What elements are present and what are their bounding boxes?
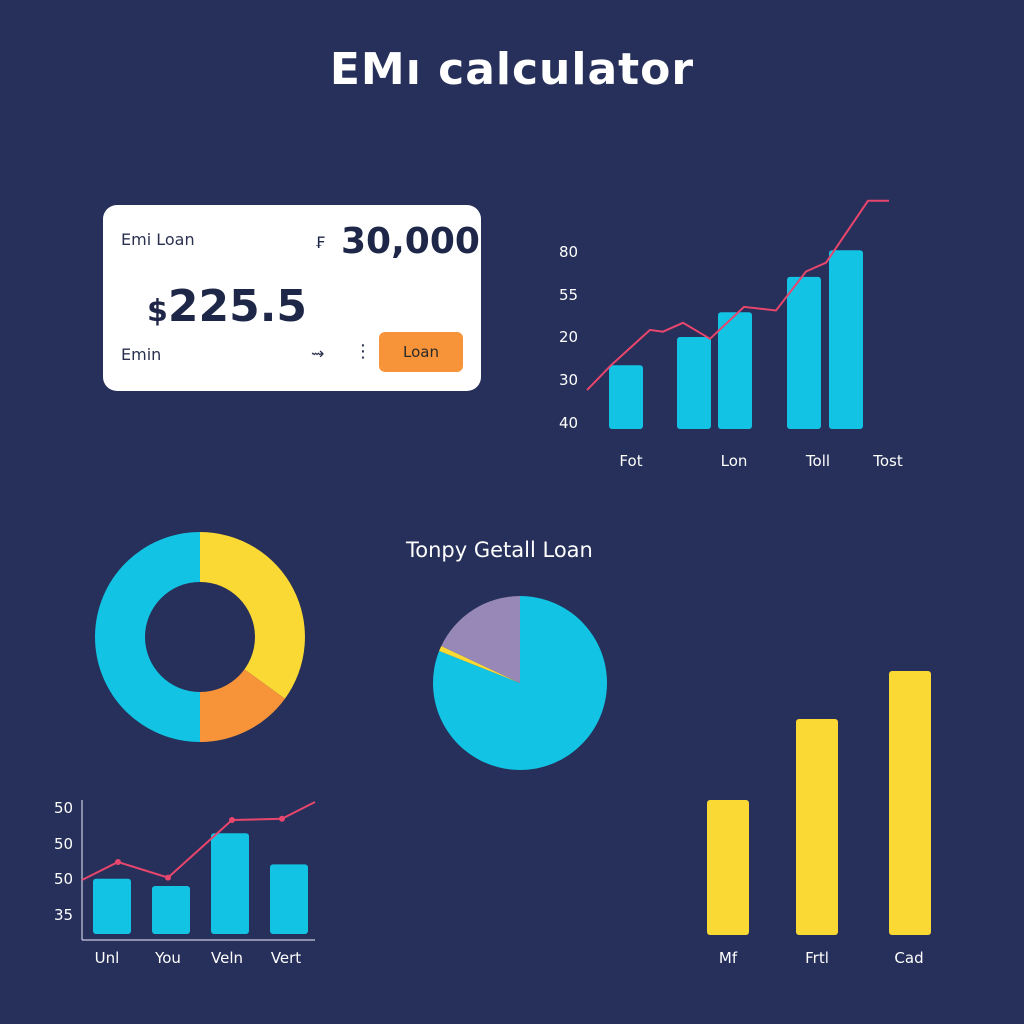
yellow-bar-chart: Mf Frtl Cad [707,671,931,967]
bar [707,800,749,935]
y-tick-label: 40 [559,414,578,432]
bottom-left-bar-line-chart: 50 50 50 35 Unl You Veln Vert [54,799,316,967]
bar [211,833,249,934]
pie-chart [433,596,608,770]
x-tick-label: Toll [805,452,830,470]
y-tick-label: 35 [54,906,73,924]
x-tick-label: You [154,949,181,967]
y-tick-label: 50 [54,799,73,817]
bar [270,864,308,934]
x-tick-label: Lon [721,452,748,470]
y-tick-label: 30 [559,371,578,389]
x-tick-label: Tost [872,452,903,470]
trend-point [115,859,121,865]
donut-hole [145,582,255,692]
bar [718,312,752,429]
y-tick-label: 20 [559,328,578,346]
x-tick-label: Vert [271,949,301,967]
bar [829,250,863,429]
x-tick-label: Fot [619,452,642,470]
bar [93,878,131,934]
bar [609,365,643,429]
x-tick-label: Frtl [805,949,829,967]
x-tick-label: Mf [719,949,738,967]
charts-canvas: 80 55 20 30 40 Fot Lon Toll Tost 50 50 50 35 Unl You V… [54,199,931,967]
bar [152,886,190,934]
y-tick-label: 50 [54,835,73,853]
trend-point [279,815,285,822]
x-tick-label: Unl [95,949,120,967]
trend-point [229,817,235,823]
bar [889,671,931,935]
x-tick-label: Veln [211,949,243,967]
y-tick-label: 50 [54,870,73,888]
trend-point [165,874,171,881]
bar [677,337,711,429]
y-tick-label: 55 [559,286,578,304]
bar [796,719,838,935]
top-right-bar-line-chart: 80 55 20 30 40 Fot Lon Toll Tost [559,199,903,470]
y-tick-label: 80 [559,243,578,261]
x-tick-label: Cad [894,949,923,967]
bar [787,276,821,429]
donut-chart [95,532,305,742]
